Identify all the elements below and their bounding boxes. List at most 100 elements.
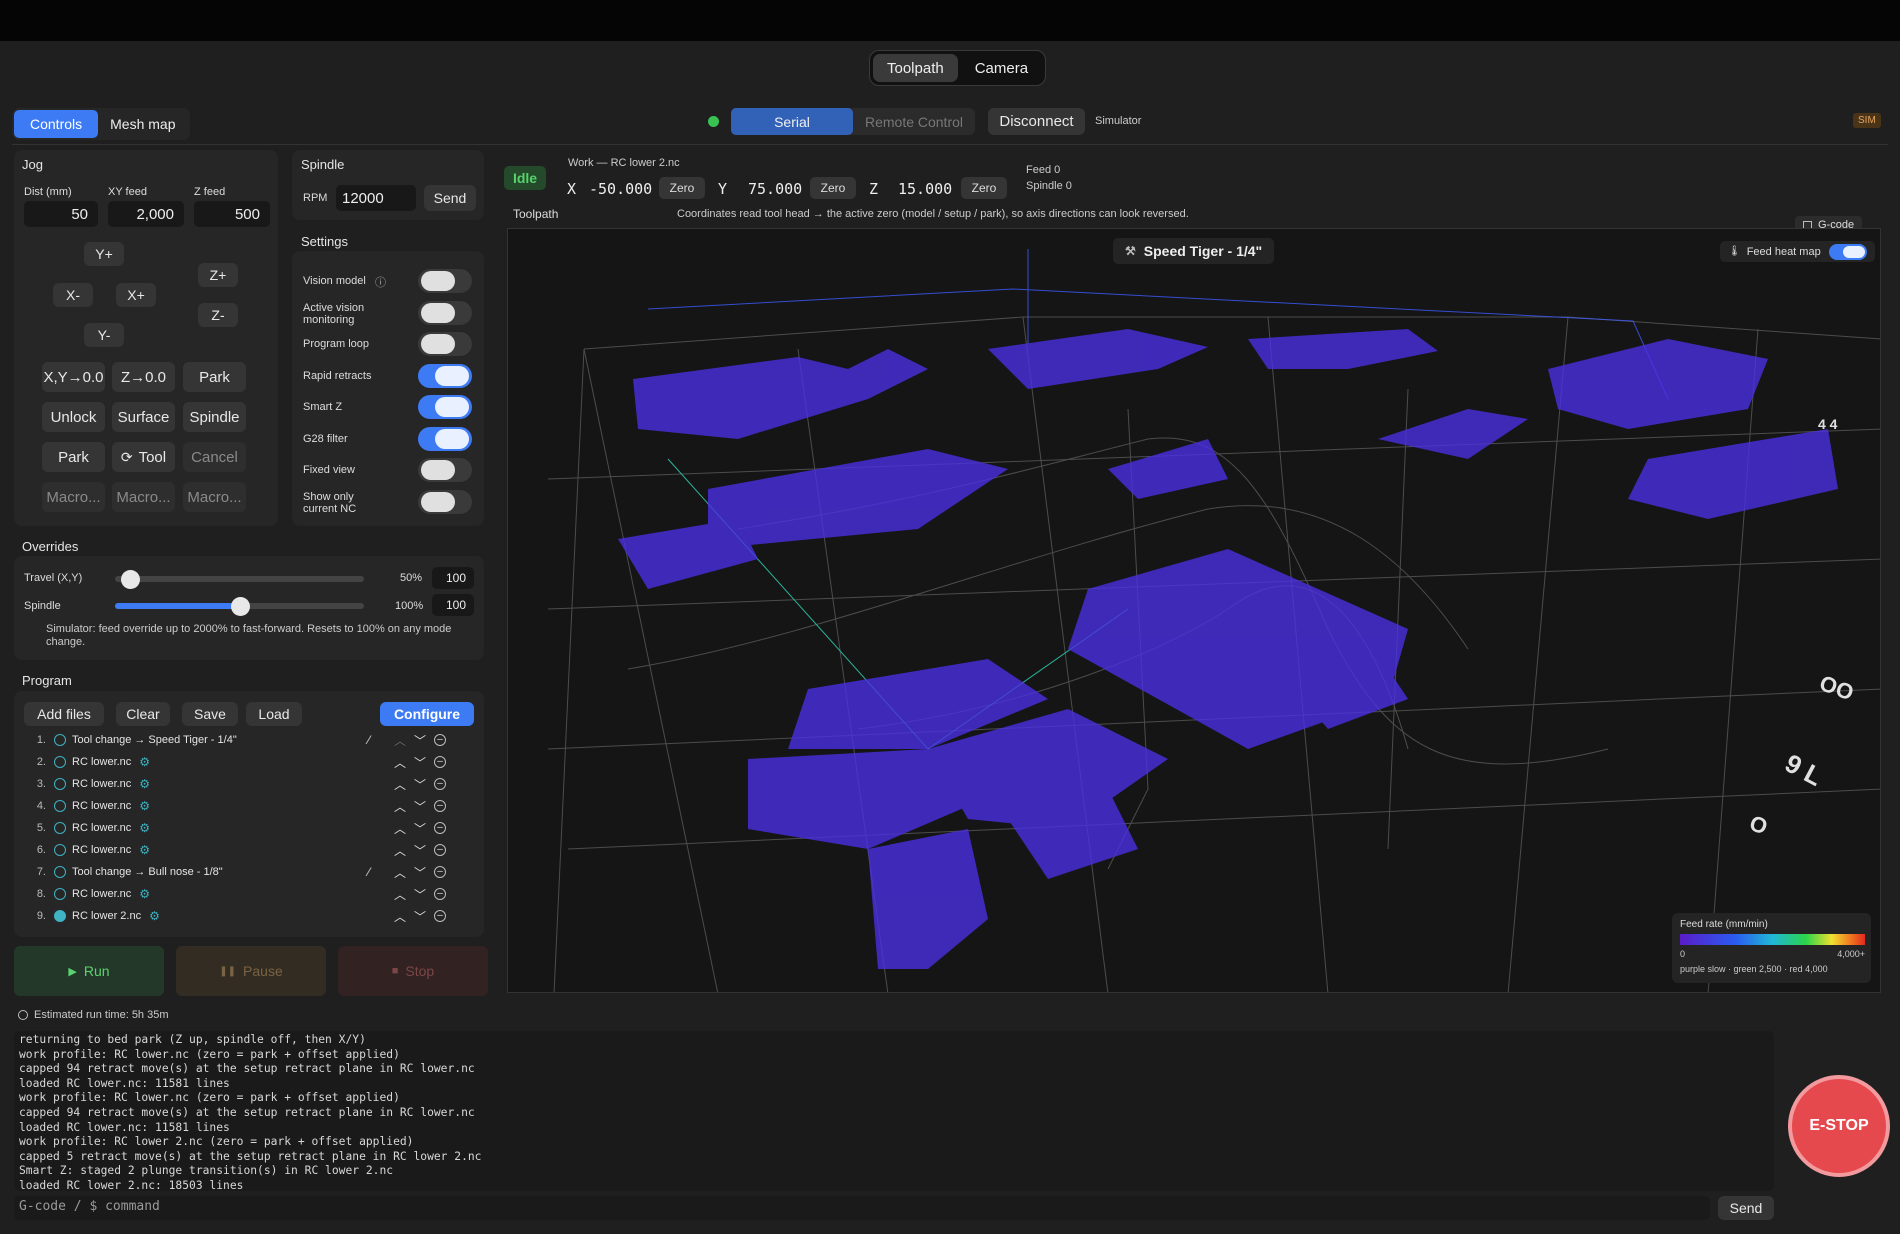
edit-icon[interactable]: ⁄	[368, 865, 370, 879]
jog-x-plus-button[interactable]: X+	[116, 283, 156, 307]
move-down-icon[interactable]: ﹀	[414, 776, 426, 793]
travel-value[interactable]: 100	[432, 567, 474, 589]
setting-toggle-show-only-current-nc[interactable]	[418, 489, 472, 514]
tab-remote-control[interactable]: Remote Control	[853, 108, 975, 135]
move-up-icon[interactable]: ︿	[394, 776, 406, 793]
gear-icon[interactable]: ⚙	[139, 821, 150, 835]
move-down-icon[interactable]: ﹀	[414, 908, 426, 925]
remove-icon[interactable]: –	[434, 756, 447, 768]
setting-toggle-fixed-view[interactable]	[418, 458, 472, 482]
move-up-icon[interactable]: ︿	[394, 820, 406, 837]
jog-action-tool-button[interactable]: ⟳ Tool	[112, 442, 175, 472]
stop-button[interactable]: ■ Stop	[338, 946, 488, 996]
spindle-slider[interactable]	[115, 597, 364, 616]
gear-icon[interactable]: ⚙	[149, 909, 160, 923]
xy-feed-input[interactable]: 2,000	[108, 201, 184, 227]
zero-x-button[interactable]: Zero	[659, 177, 705, 199]
tab-controls[interactable]: Controls	[14, 110, 99, 138]
remove-icon[interactable]: –	[434, 734, 447, 746]
configure-button[interactable]: Configure	[380, 702, 474, 726]
clear-button[interactable]: Clear	[116, 702, 170, 726]
jog-action-z-0-0-button[interactable]: Z→0.0	[112, 362, 175, 392]
program-item[interactable]: 9. RC lower 2.nc ⚙ ︿ ﹀ –	[26, 905, 476, 927]
jog-action-park-button[interactable]: Park	[183, 362, 246, 392]
jog-y-plus-button[interactable]: Y+	[84, 242, 124, 266]
move-down-icon[interactable]: ﹀	[414, 842, 426, 859]
jog-action-cancel-button[interactable]: Cancel	[183, 442, 246, 472]
disconnect-button[interactable]: Disconnect	[988, 108, 1085, 135]
move-up-icon[interactable]: ︿	[394, 842, 406, 859]
move-down-icon[interactable]: ﹀	[414, 732, 426, 749]
move-down-icon[interactable]: ﹀	[414, 754, 426, 771]
setting-toggle-rapid-retracts[interactable]	[418, 363, 472, 388]
remove-icon[interactable]: –	[434, 800, 447, 812]
run-button[interactable]: ▶ Run	[14, 946, 164, 996]
program-item[interactable]: 5. RC lower.nc ⚙ ︿ ﹀ –	[26, 817, 476, 839]
setting-toggle-g28-filter[interactable]	[418, 426, 472, 451]
dist-input[interactable]: 50	[24, 201, 98, 227]
jog-action-macro-button[interactable]: Macro...	[42, 482, 105, 512]
setting-toggle-vision-model[interactable]	[418, 269, 472, 293]
jog-z-minus-button[interactable]: Z-	[198, 303, 238, 327]
setting-toggle-active-vision-monitoring[interactable]	[418, 300, 472, 325]
load-button[interactable]: Load	[246, 702, 302, 726]
jog-action-macro-button[interactable]: Macro...	[183, 482, 246, 512]
jog-y-minus-button[interactable]: Y-	[84, 323, 124, 347]
tab-toolpath[interactable]: Toolpath	[873, 54, 958, 82]
program-item[interactable]: 3. RC lower.nc ⚙ ︿ ﹀ –	[26, 773, 476, 795]
move-up-icon[interactable]: ︿	[394, 886, 406, 903]
gear-icon[interactable]: ⚙	[139, 777, 150, 791]
program-item[interactable]: 1. Tool change → Speed Tiger - 1/4" ⁄ ︿ ﹀ –	[26, 729, 476, 751]
remove-icon[interactable]: –	[434, 866, 447, 878]
move-up-icon[interactable]: ︿	[394, 864, 406, 881]
spindle-slider-handle[interactable]	[230, 597, 250, 616]
tab-mesh-map[interactable]: Mesh map	[98, 110, 187, 138]
remove-icon[interactable]: –	[434, 778, 447, 790]
travel-slider[interactable]	[115, 570, 364, 589]
jog-action-park-button[interactable]: Park	[42, 442, 105, 472]
program-item[interactable]: 2. RC lower.nc ⚙ ︿ ﹀ –	[26, 751, 476, 773]
move-up-icon[interactable]: ︿	[394, 732, 406, 749]
jog-z-plus-button[interactable]: Z+	[198, 263, 238, 287]
spindle-value[interactable]: 100	[432, 594, 474, 616]
spindle-send-button[interactable]: Send	[424, 185, 476, 211]
pause-button[interactable]: ❚❚ Pause	[176, 946, 326, 996]
heatmap-toggle[interactable]	[1828, 243, 1867, 260]
command-send-button[interactable]: Send	[1718, 1196, 1774, 1220]
zero-y-button[interactable]: Zero	[810, 177, 856, 199]
command-input[interactable]: G-code / $ command	[14, 1196, 1710, 1220]
setting-toggle-smart-z[interactable]	[418, 395, 472, 419]
jog-action-spindle-button[interactable]: Spindle	[183, 402, 246, 432]
gear-icon[interactable]: ⚙	[139, 755, 150, 769]
move-down-icon[interactable]: ﹀	[414, 864, 426, 881]
z-feed-input[interactable]: 500	[194, 201, 270, 227]
travel-slider-handle[interactable]	[120, 570, 140, 589]
zero-z-button[interactable]: Zero	[961, 177, 1007, 199]
remove-icon[interactable]: –	[434, 822, 447, 834]
remove-icon[interactable]: –	[434, 888, 447, 900]
remove-icon[interactable]: –	[434, 910, 447, 922]
save-button[interactable]: Save	[182, 702, 238, 726]
jog-x-minus-button[interactable]: X-	[53, 283, 93, 307]
remove-icon[interactable]: –	[434, 844, 447, 856]
tab-serial[interactable]: Serial	[731, 108, 853, 135]
tab-camera[interactable]: Camera	[961, 54, 1042, 82]
move-up-icon[interactable]: ︿	[394, 798, 406, 815]
move-up-icon[interactable]: ︿	[394, 754, 406, 771]
add-files-button[interactable]: Add files	[24, 702, 104, 726]
program-item[interactable]: 4. RC lower.nc ⚙ ︿ ﹀ –	[26, 795, 476, 817]
move-down-icon[interactable]: ﹀	[414, 820, 426, 837]
jog-action-surface-button[interactable]: Surface	[112, 402, 175, 432]
setting-toggle-program-loop[interactable]	[418, 332, 472, 356]
program-item[interactable]: 8. RC lower.nc ⚙ ︿ ﹀ –	[26, 883, 476, 905]
gear-icon[interactable]: ⚙	[139, 843, 150, 857]
move-down-icon[interactable]: ﹀	[414, 886, 426, 903]
toolpath-viewport[interactable]: 4 4 OO 9 L O	[507, 228, 1881, 993]
program-item[interactable]: 7. Tool change → Bull nose - 1/8" ⁄ ︿ ﹀ –	[26, 861, 476, 883]
edit-icon[interactable]: ⁄	[368, 733, 370, 747]
move-down-icon[interactable]: ﹀	[414, 798, 426, 815]
jog-action-unlock-button[interactable]: Unlock	[42, 402, 105, 432]
jog-action-macro-button[interactable]: Macro...	[112, 482, 175, 512]
info-icon[interactable]: ⓘ	[375, 274, 386, 290]
rpm-input[interactable]: 12000	[336, 185, 416, 211]
